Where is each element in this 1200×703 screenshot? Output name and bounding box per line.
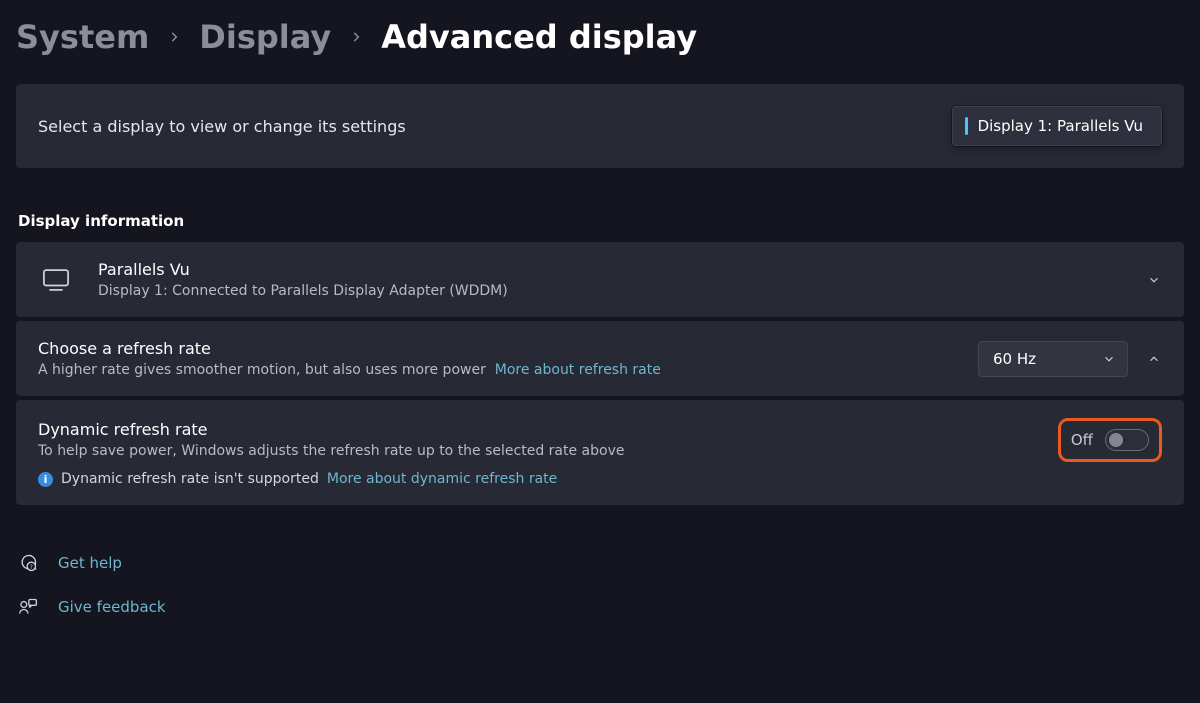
get-help-link[interactable]: ? Get help <box>18 553 1184 573</box>
refresh-rate-link[interactable]: More about refresh rate <box>495 362 661 378</box>
display-picker-value: Display 1: Parallels Vu <box>978 117 1143 135</box>
dynamic-refresh-link[interactable]: More about dynamic refresh rate <box>327 471 557 487</box>
refresh-rate-value: 60 Hz <box>993 350 1036 368</box>
display-picker[interactable]: Display 1: Parallels Vu <box>952 106 1162 146</box>
breadcrumb-system[interactable]: System <box>16 18 149 56</box>
help-icon: ? <box>18 553 38 573</box>
select-display-label: Select a display to view or change its s… <box>38 117 406 136</box>
section-title-display-info: Display information <box>18 212 1184 230</box>
refresh-rate-title: Choose a refresh rate <box>38 339 661 358</box>
display-name: Parallels Vu <box>98 260 508 279</box>
dynamic-toggle-label: Off <box>1071 431 1093 449</box>
breadcrumb-display[interactable]: Display <box>199 18 331 56</box>
monitor-icon <box>42 269 70 291</box>
get-help-label: Get help <box>58 554 122 572</box>
give-feedback-link[interactable]: Give feedback <box>18 597 1184 617</box>
accent-bar <box>965 117 968 135</box>
svg-text:?: ? <box>30 565 33 571</box>
give-feedback-label: Give feedback <box>58 598 166 616</box>
feedback-icon <box>18 597 38 617</box>
refresh-rate-sub: A higher rate gives smoother motion, but… <box>38 362 661 378</box>
breadcrumb: System Display Advanced display <box>16 18 1184 56</box>
dynamic-refresh-info-text: Dynamic refresh rate isn't supported <box>61 471 319 487</box>
footer-links: ? Get help Give feedback <box>16 553 1184 617</box>
dynamic-refresh-row: Dynamic refresh rate To help save power,… <box>16 400 1184 505</box>
chevron-down-icon[interactable] <box>1146 272 1162 288</box>
display-detail: Display 1: Connected to Parallels Displa… <box>98 283 508 299</box>
dynamic-refresh-sub: To help save power, Windows adjusts the … <box>38 443 624 459</box>
chevron-up-icon[interactable] <box>1146 351 1162 367</box>
refresh-rate-row: Choose a refresh rate A higher rate give… <box>16 321 1184 396</box>
dynamic-toggle[interactable] <box>1105 429 1149 451</box>
info-icon: i <box>38 472 53 487</box>
page-title: Advanced display <box>381 18 697 56</box>
chevron-right-icon <box>349 30 363 44</box>
display-info-row[interactable]: Parallels Vu Display 1: Connected to Par… <box>16 242 1184 317</box>
refresh-rate-dropdown[interactable]: 60 Hz <box>978 341 1128 377</box>
dynamic-refresh-title: Dynamic refresh rate <box>38 420 624 439</box>
select-display-panel: Select a display to view or change its s… <box>16 84 1184 168</box>
chevron-right-icon <box>167 30 181 44</box>
dynamic-toggle-highlight: Off <box>1058 418 1162 462</box>
chevron-down-icon <box>1101 351 1117 367</box>
toggle-knob <box>1109 433 1123 447</box>
